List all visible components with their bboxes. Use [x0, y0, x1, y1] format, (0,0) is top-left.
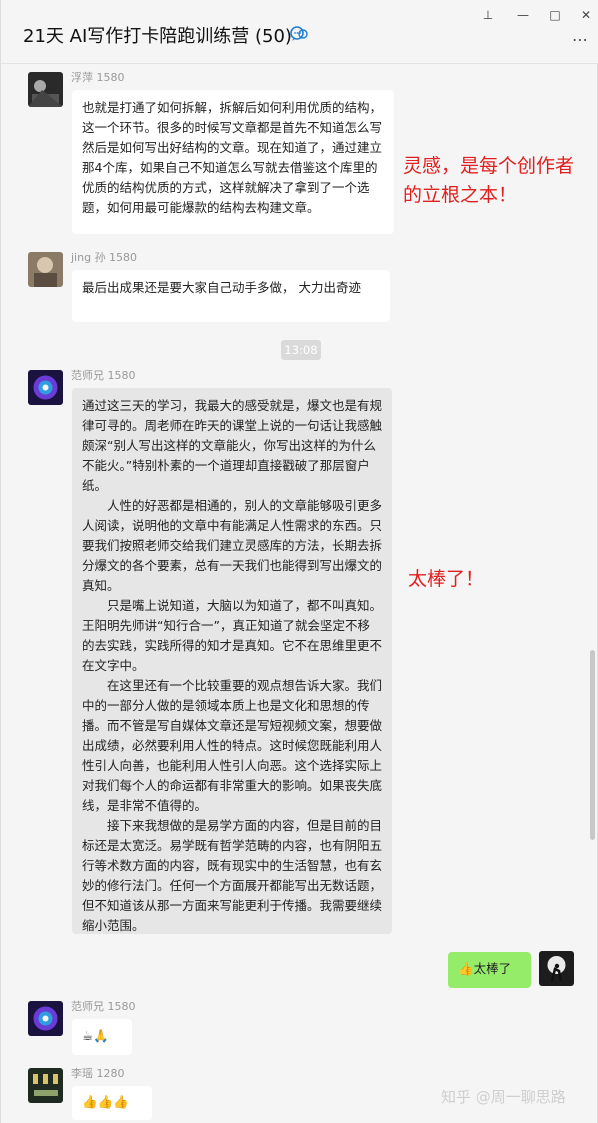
- more-options-icon[interactable]: ⋯: [572, 30, 589, 49]
- avatar[interactable]: [28, 252, 63, 287]
- message-paragraph: 接下来我想做的是易学方面的内容，但是目前的目标还是太宽泛。易学既有哲学范畴的内容…: [82, 818, 383, 933]
- message-paragraph: 只是嘴上说知道，大脑以为知道了，都不叫真知。王阳明先师讲“知行合一”，真正知道了…: [82, 598, 383, 673]
- message-bubble[interactable]: 也就是打通了如何拆解，拆解后如何利用优质的结构，这一个环节。很多的时候写文章都是…: [72, 90, 394, 234]
- scrollbar[interactable]: [590, 650, 595, 840]
- message-bubble[interactable]: ☕🙏: [72, 1019, 132, 1055]
- sender-name: 范师兄 1580: [71, 1000, 136, 1013]
- message-text: 最后出成果还是要大家自己动手多做， 大力出奇迹: [82, 280, 361, 295]
- sender-name: 范师兄 1580: [71, 369, 136, 382]
- annotation-text: 灵感，是每个创作者的立根之本！: [403, 155, 575, 206]
- avatar[interactable]: [28, 370, 63, 405]
- message-paragraph: 在这里还有一个比较重要的观点想告诉大家。我们中的一部分人做的是领域本质上也是文化…: [82, 678, 383, 813]
- maximize-icon[interactable]: □: [548, 8, 562, 22]
- avatar-image-icon: [28, 1001, 63, 1036]
- timestamp: 13:08: [281, 340, 321, 360]
- avatar-image-icon: [28, 72, 63, 107]
- annotation-text: 太棒了！: [408, 568, 485, 590]
- message-text: 👍👍👍: [82, 1094, 129, 1109]
- message-bubble[interactable]: 👍太棒了: [448, 952, 531, 988]
- chat-window: 21天 AI写作打卡陪跑训练营 (50) ⊥ — □ ✕ ⋯ 浮萍 1580 也…: [0, 0, 598, 1123]
- message-bubble[interactable]: 👍👍👍: [72, 1086, 152, 1120]
- avatar[interactable]: [28, 1068, 63, 1103]
- avatar-image-icon: [28, 252, 63, 287]
- message-paragraph: 人性的好恶都是相通的，别人的文章能够吸引更多人阅读，说明他的文章中有能满足人性需…: [82, 498, 383, 593]
- message-text: 也就是打通了如何拆解，拆解后如何利用优质的结构，这一个环节。很多的时候写文章都是…: [82, 100, 383, 215]
- avatar-image-icon: [28, 370, 63, 405]
- avatar-image-icon: [28, 1068, 63, 1103]
- minimize-icon[interactable]: —: [516, 8, 530, 22]
- watermark: 知乎 @周一聊思路: [441, 1088, 566, 1106]
- close-icon[interactable]: ✕: [579, 8, 593, 22]
- sender-name: 浮萍 1580: [71, 71, 125, 84]
- sender-name: jing 孙 1580: [71, 251, 138, 264]
- message-text: 👍太棒了: [458, 961, 512, 976]
- pin-icon[interactable]: ⊥: [481, 8, 495, 22]
- message-text: ☕🙏: [82, 1028, 109, 1043]
- message-bubble[interactable]: 通过这三天的学习，我最大的感受就是，爆文也是有规律可寻的。周老师在昨天的课堂上说…: [72, 388, 392, 934]
- sender-name: 李瑶 1280: [71, 1067, 125, 1080]
- title-bar: 21天 AI写作打卡陪跑训练营 (50) ⊥ — □ ✕ ⋯: [1, 0, 598, 64]
- group-chat-icon: [290, 26, 308, 41]
- message-paragraph: 通过这三天的学习，我最大的感受就是，爆文也是有规律可寻的。周老师在昨天的课堂上说…: [82, 398, 383, 493]
- avatar-image-icon: [539, 951, 574, 986]
- avatar[interactable]: [28, 72, 63, 107]
- chat-title: 21天 AI写作打卡陪跑训练营 (50): [23, 26, 292, 47]
- avatar[interactable]: [539, 951, 574, 986]
- avatar[interactable]: [28, 1001, 63, 1036]
- message-bubble[interactable]: 最后出成果还是要大家自己动手多做， 大力出奇迹: [72, 270, 390, 322]
